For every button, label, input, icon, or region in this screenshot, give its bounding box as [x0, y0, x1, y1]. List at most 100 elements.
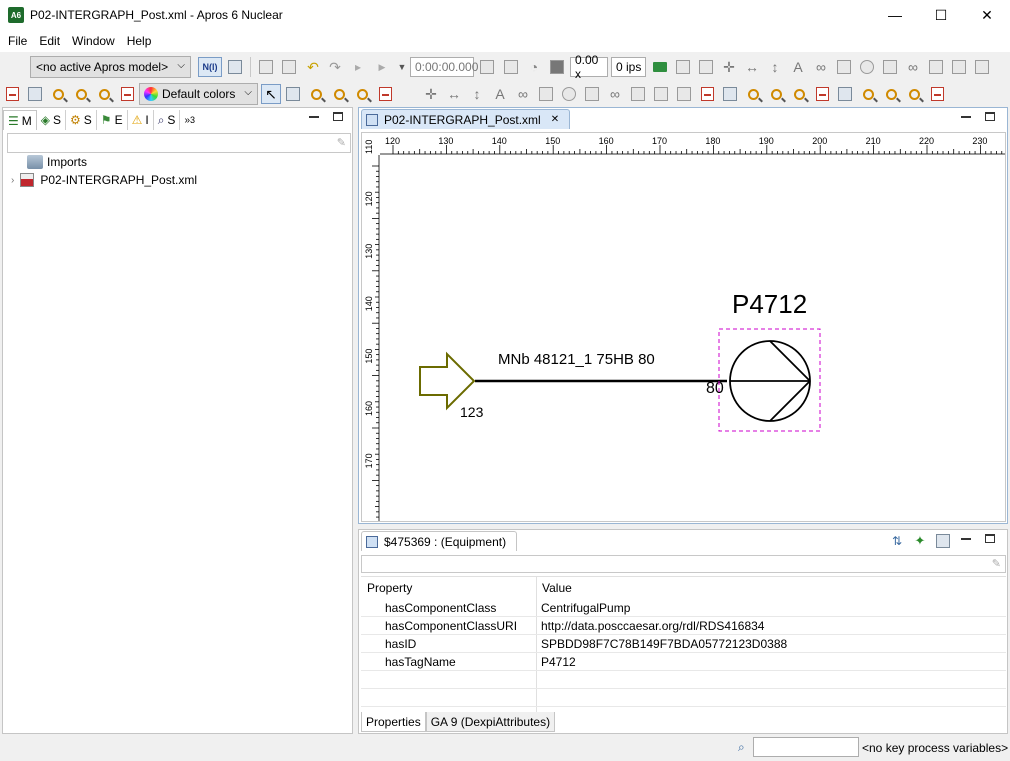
- table-row[interactable]: hasID SPBDD98F7C78B149F7BDA05772123D0388: [361, 635, 1006, 653]
- key-variable-search-input[interactable]: [753, 737, 859, 757]
- tab-model-browser[interactable]: ☰ M: [3, 110, 37, 130]
- pdf-icon[interactable]: [814, 86, 830, 102]
- group-icon[interactable]: [951, 59, 967, 75]
- align-left-icon[interactable]: [675, 59, 691, 75]
- link-icon[interactable]: ∞: [813, 59, 829, 75]
- tab-search[interactable]: ⚙ S: [66, 110, 97, 130]
- model-select[interactable]: <no active Apros model> ⌵: [30, 56, 191, 78]
- speed-field[interactable]: 0.00 x: [570, 53, 608, 81]
- image-icon[interactable]: [836, 59, 852, 75]
- pdf-icon[interactable]: [377, 86, 393, 102]
- run-icon[interactable]: ▶: [374, 59, 390, 75]
- maximize-panel-icon[interactable]: [333, 112, 343, 121]
- save-state-icon[interactable]: [281, 59, 297, 75]
- page-icon[interactable]: [882, 59, 898, 75]
- clear-filter-icon[interactable]: ✎: [992, 557, 1001, 570]
- minimize-button[interactable]: —: [872, 0, 918, 30]
- tab-overflow[interactable]: » 3: [180, 110, 199, 130]
- tab-search-results[interactable]: ⌕ S: [154, 110, 181, 130]
- pdf-export-icon[interactable]: [4, 86, 20, 102]
- table-row[interactable]: hasComponentClass CentrifugalPump: [361, 599, 1006, 617]
- tree-item-diagram[interactable]: › P02-INTERGRAPH_Post.xml: [11, 171, 197, 189]
- text-tool-icon[interactable]: A: [790, 59, 806, 75]
- pdf-icon[interactable]: [929, 86, 945, 102]
- horizontal-resize-icon[interactable]: ↔: [446, 86, 462, 102]
- horizontal-resize-icon[interactable]: ↔: [744, 59, 760, 75]
- timer-icon[interactable]: ◔: [526, 59, 542, 75]
- chain-icon[interactable]: ∞: [607, 86, 623, 102]
- ungroup-icon[interactable]: [974, 59, 990, 75]
- close-tab-icon[interactable]: ✕: [551, 114, 559, 125]
- zoom-in-icon[interactable]: [73, 86, 89, 102]
- minimize-properties-icon[interactable]: [961, 538, 971, 540]
- zoom-out-icon[interactable]: [96, 86, 112, 102]
- zoom-out-icon[interactable]: [354, 86, 370, 102]
- properties-tab[interactable]: $475369 : (Equipment): [361, 531, 518, 551]
- ips-field[interactable]: 0 ips: [611, 57, 646, 77]
- display-icon[interactable]: [549, 59, 565, 75]
- add-attribute-icon[interactable]: ✦: [912, 533, 928, 549]
- menu-window[interactable]: Window: [66, 34, 121, 48]
- table-icon[interactable]: [837, 86, 853, 102]
- tab-elements[interactable]: ⚑ E: [97, 110, 128, 130]
- vertical-resize-icon[interactable]: ↕: [469, 86, 485, 102]
- maximize-editor-icon[interactable]: [985, 112, 995, 121]
- property-value[interactable]: P4712: [541, 655, 576, 669]
- minimize-editor-icon[interactable]: [961, 116, 971, 118]
- zoom-in-icon[interactable]: [883, 86, 899, 102]
- pointer-tool-button[interactable]: ↖: [261, 84, 281, 104]
- initial-condition-icon[interactable]: [479, 59, 495, 75]
- zoom-out-icon[interactable]: [906, 86, 922, 102]
- properties-filter-input[interactable]: ✎: [361, 555, 1006, 573]
- zoom-in-icon[interactable]: [768, 86, 784, 102]
- edit-icon[interactable]: [935, 533, 951, 549]
- tab-dexpi-attributes[interactable]: GA 9 (DexpiAttributes): [425, 712, 556, 732]
- zoom-out-icon[interactable]: [791, 86, 807, 102]
- clear-filter-icon[interactable]: ✎: [337, 136, 346, 149]
- palette-icon[interactable]: [561, 86, 577, 102]
- pdf-icon[interactable]: [119, 86, 135, 102]
- color-scheme-select[interactable]: Default colors ⌵: [139, 83, 258, 105]
- menu-edit[interactable]: Edit: [33, 34, 66, 48]
- export-icon[interactable]: [928, 59, 944, 75]
- menu-file[interactable]: File: [2, 34, 33, 48]
- zoom-icon[interactable]: [308, 86, 324, 102]
- nl-toggle-button[interactable]: N(l): [198, 57, 222, 77]
- redo-icon[interactable]: ↷: [327, 59, 343, 75]
- diagram-canvas[interactable]: 120 130 140 150 160 170 180 190 200 210 220 230 110…: [361, 132, 1006, 522]
- palette-icon[interactable]: [859, 59, 875, 75]
- sort-az-icon[interactable]: ⇅: [889, 533, 905, 549]
- group-icon[interactable]: [653, 86, 669, 102]
- image-icon[interactable]: [538, 86, 554, 102]
- ungroup-icon[interactable]: [676, 86, 692, 102]
- menu-help[interactable]: Help: [121, 34, 158, 48]
- zoom-icon[interactable]: [50, 86, 66, 102]
- connect-icon[interactable]: [652, 59, 668, 75]
- column-header-value[interactable]: Value: [542, 579, 572, 597]
- run-dropdown-icon[interactable]: ▼: [394, 59, 410, 75]
- close-button[interactable]: ✕: [964, 0, 1010, 30]
- vertical-resize-icon[interactable]: ↕: [767, 59, 783, 75]
- property-value[interactable]: http://data.posccaesar.org/rdl/RDS416834: [541, 619, 764, 633]
- tree-item-imports[interactable]: Imports: [27, 153, 87, 171]
- table-icon[interactable]: [722, 86, 738, 102]
- move-icon[interactable]: ✛: [423, 86, 439, 102]
- align-right-icon[interactable]: [698, 59, 714, 75]
- export-icon[interactable]: [630, 86, 646, 102]
- load-ic-icon[interactable]: [503, 59, 519, 75]
- maximize-properties-icon[interactable]: [985, 534, 995, 543]
- editor-tab[interactable]: P02-INTERGRAPH_Post.xml ✕: [361, 109, 571, 129]
- translate-icon[interactable]: [227, 59, 243, 75]
- tab-symbols[interactable]: ◈ S: [37, 110, 67, 130]
- stop-icon[interactable]: [258, 59, 274, 75]
- property-value[interactable]: CentrifugalPump: [541, 601, 630, 615]
- zoom-in-icon[interactable]: [331, 86, 347, 102]
- undo-icon[interactable]: ↶: [305, 59, 321, 75]
- link-icon[interactable]: ∞: [515, 86, 531, 102]
- step-icon[interactable]: ▸: [350, 59, 366, 75]
- off-page-connector-arrow[interactable]: [419, 351, 476, 411]
- table-row[interactable]: hasComponentClassURI http://data.posccae…: [361, 617, 1006, 635]
- table-row[interactable]: hasTagName P4712: [361, 653, 1006, 671]
- text-tool-icon[interactable]: A: [492, 86, 508, 102]
- chain-icon[interactable]: ∞: [905, 59, 921, 75]
